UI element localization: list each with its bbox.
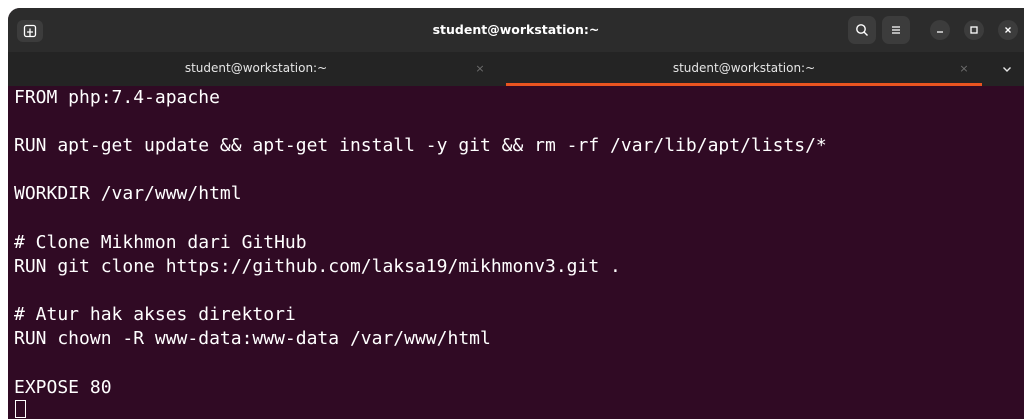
tab-close-button[interactable]: × — [956, 52, 972, 86]
search-icon — [856, 24, 868, 36]
terminal-window: student@workstation:~ student@workstatio… — [8, 8, 1024, 419]
text-cursor — [15, 400, 26, 418]
chevron-down-icon — [1003, 67, 1011, 72]
maximize-button[interactable] — [964, 20, 984, 40]
title-bar: student@workstation:~ — [8, 8, 1024, 52]
search-button[interactable] — [848, 16, 876, 44]
close-button[interactable] — [998, 20, 1018, 40]
terminal-line: RUN chown -R www-data:www-data /var/www/… — [14, 328, 491, 349]
tab-2[interactable]: student@workstation:~ × — [506, 52, 982, 86]
hamburger-menu-icon — [892, 26, 900, 34]
tab-list-button[interactable] — [990, 52, 1024, 86]
maximize-icon — [970, 26, 978, 34]
tab-bar: student@workstation:~ × student@workstat… — [8, 52, 1024, 86]
tab-close-button[interactable]: × — [472, 52, 488, 86]
minimize-icon — [937, 31, 943, 33]
tab-label: student@workstation:~ — [672, 61, 816, 75]
tab-label: student@workstation:~ — [184, 61, 328, 75]
tab-1[interactable]: student@workstation:~ × — [8, 52, 504, 86]
terminal-line: EXPOSE 80 — [14, 377, 112, 398]
terminal-line: RUN git clone https://github.com/laksa19… — [14, 256, 621, 277]
terminal-output[interactable]: FROM php:7.4-apache RUN apt-get update &… — [8, 86, 1024, 419]
minimize-button[interactable] — [930, 20, 950, 40]
terminal-line: # Atur hak akses direktori — [14, 304, 296, 325]
menu-button[interactable] — [882, 16, 910, 44]
terminal-line: RUN apt-get update && apt-get install -y… — [14, 135, 827, 156]
terminal-line: WORKDIR /var/www/html — [14, 183, 242, 204]
terminal-line: # Clone Mikhmon dari GitHub — [14, 232, 307, 253]
close-icon — [1005, 27, 1011, 33]
terminal-line: FROM php:7.4-apache — [14, 87, 220, 108]
